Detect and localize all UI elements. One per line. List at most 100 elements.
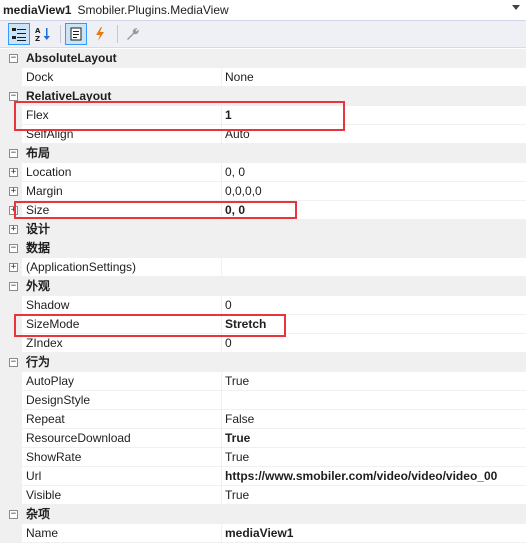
events-button[interactable] [89,23,111,45]
property-row[interactable]: DesignStyle [0,391,526,410]
column-divider [221,524,222,543]
property-name: Name [26,526,59,540]
expand-icon[interactable]: + [9,263,18,272]
property-name: Repeat [26,412,65,426]
column-divider [221,429,222,448]
property-value[interactable]: False [225,410,254,429]
property-value[interactable]: None [225,68,254,87]
property-value[interactable]: True [225,429,250,448]
property-value[interactable]: Auto [225,125,250,144]
category-row[interactable]: − AbsoluteLayout [0,49,526,68]
category-row[interactable]: − 布局 [0,144,526,163]
property-value[interactable]: True [225,486,249,505]
row-gutter [0,296,22,315]
row-gutter [0,68,22,87]
property-value[interactable]: 0 [225,334,232,353]
column-divider [221,315,222,334]
property-name: ShowRate [26,450,82,464]
row-gutter [0,467,22,486]
property-row[interactable]: + Location 0, 0 [0,163,526,182]
categorized-icon [12,28,26,41]
row-gutter [0,429,22,448]
category-row[interactable]: − 数据 [0,239,526,258]
expand-icon[interactable]: + [9,187,18,196]
property-row[interactable]: + Size 0, 0 [0,201,526,220]
property-toolbar: A Z [0,21,526,48]
property-name: ResourceDownload [26,431,131,445]
property-row[interactable]: AutoPlay True [0,372,526,391]
collapse-icon[interactable]: − [9,54,18,63]
category-row[interactable]: − 杂项 [0,505,526,524]
property-row[interactable]: + Margin 0,0,0,0 [0,182,526,201]
collapse-icon[interactable]: − [9,244,18,253]
expand-icon[interactable]: + [9,168,18,177]
collapse-icon[interactable]: − [9,92,18,101]
column-divider [221,106,222,125]
collapse-icon[interactable]: − [9,510,18,519]
category-label: RelativeLayout [26,89,112,103]
collapse-icon[interactable]: − [9,149,18,158]
categorized-button[interactable] [8,23,30,45]
property-row[interactable]: Name mediaView1 [0,524,526,543]
category-label: 数据 [26,241,51,255]
property-name: ZIndex [26,336,63,350]
column-divider [221,486,222,505]
property-row[interactable]: Flex 1 [0,106,526,125]
category-row[interactable]: − 外观 [0,277,526,296]
property-value[interactable]: 0, 0 [225,201,245,220]
property-value[interactable]: True [225,448,249,467]
row-gutter [0,410,22,429]
column-divider [221,391,222,410]
object-selector[interactable]: mediaView1 Smobiler.Plugins.MediaView [0,0,526,21]
svg-text:Z: Z [35,35,40,42]
row-gutter [0,125,22,144]
properties-button[interactable] [65,23,87,45]
column-divider [221,372,222,391]
expand-icon[interactable]: + [9,225,18,234]
property-row[interactable]: Visible True [0,486,526,505]
row-gutter [0,391,22,410]
property-row[interactable]: SelfAlign Auto [0,125,526,144]
property-row[interactable]: Shadow 0 [0,296,526,315]
alphabetical-icon: A Z [35,27,50,42]
property-row[interactable]: + (ApplicationSettings) [0,258,526,277]
property-row[interactable]: ZIndex 0 [0,334,526,353]
collapse-icon[interactable]: − [9,358,18,367]
property-row[interactable]: Repeat False [0,410,526,429]
property-row[interactable]: Dock None [0,68,526,87]
property-pages-button[interactable] [122,23,144,45]
alphabetical-button[interactable]: A Z [32,23,54,45]
row-gutter [0,334,22,353]
category-row[interactable]: − RelativeLayout [0,87,526,106]
category-row[interactable]: + 设计 [0,220,526,239]
row-gutter [0,448,22,467]
property-value[interactable]: 0 [225,296,232,315]
property-name: (ApplicationSettings) [26,260,137,274]
property-value[interactable]: mediaView1 [225,524,293,543]
row-gutter [0,524,22,543]
column-divider [221,258,222,277]
property-name: SelfAlign [26,127,74,141]
property-name: Flex [26,108,49,122]
row-gutter [0,372,22,391]
property-value[interactable]: 0,0,0,0 [225,182,262,201]
category-label: 杂项 [26,507,51,521]
property-row[interactable]: SizeMode Stretch [0,315,526,334]
toolbar-separator [117,25,118,43]
property-name: Margin [26,184,63,198]
property-name: Url [26,469,42,483]
property-value[interactable]: Stretch [225,315,266,334]
property-value[interactable]: 1 [225,106,232,125]
property-value[interactable]: 0, 0 [225,163,245,182]
property-name: Size [26,203,50,217]
chevron-down-icon[interactable] [512,5,520,10]
property-row[interactable]: ShowRate True [0,448,526,467]
expand-icon[interactable]: + [9,206,18,215]
property-name: Shadow [26,298,70,312]
property-value[interactable]: True [225,372,249,391]
property-value[interactable]: https://www.smobiler.com/video/video/vid… [225,467,497,486]
category-row[interactable]: − 行为 [0,353,526,372]
collapse-icon[interactable]: − [9,282,18,291]
property-row[interactable]: Url https://www.smobiler.com/video/video/… [0,467,526,486]
property-row[interactable]: ResourceDownload True [0,429,526,448]
